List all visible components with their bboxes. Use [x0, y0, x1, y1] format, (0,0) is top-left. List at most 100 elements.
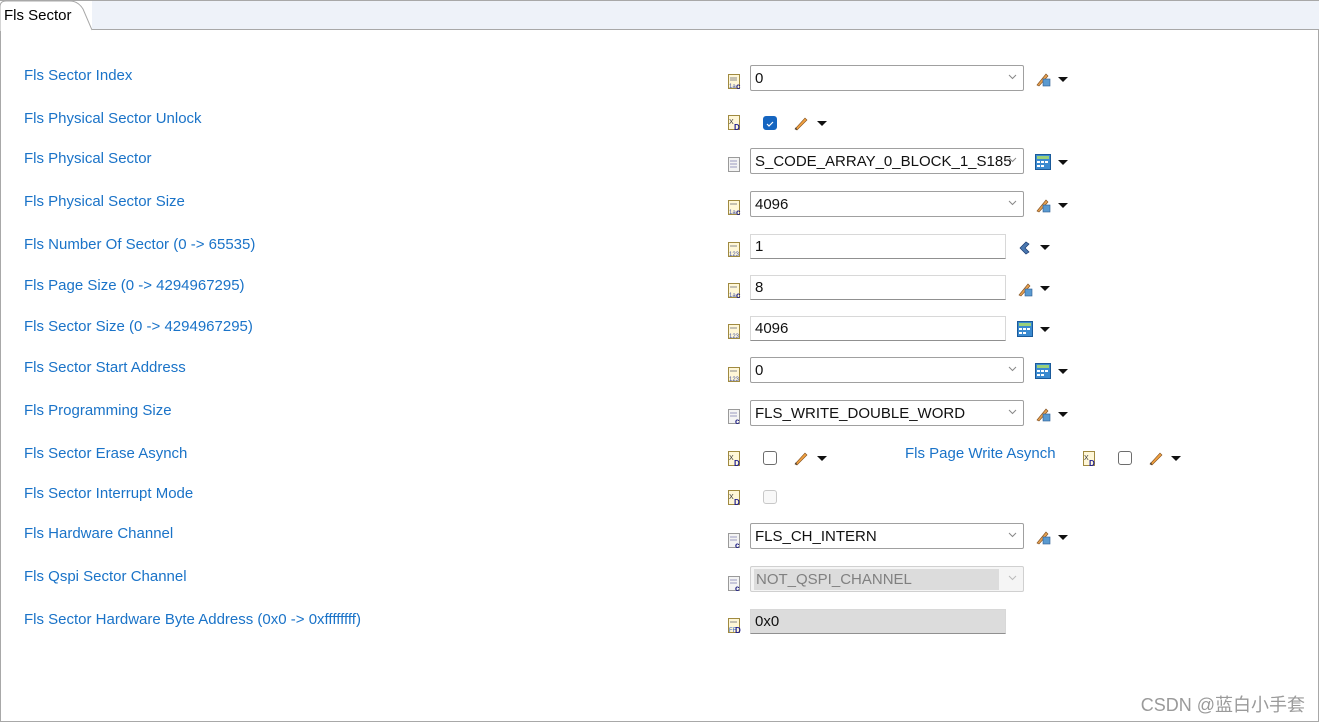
svg-text:D: D: [1089, 459, 1095, 467]
label-hardware-channel: Fls Hardware Channel: [24, 525, 174, 542]
tab-fls-sector[interactable]: Fls Sector: [0, 1, 92, 31]
boolean-config-icon: XD: [1083, 451, 1095, 467]
chevron-down-icon: [1008, 532, 1017, 538]
enum-config-icon: c: [728, 533, 740, 549]
sector-interrupt-mode-checkbox: [763, 490, 777, 504]
number-config-icon: 123: [728, 242, 740, 258]
number-config-icon: 123: [728, 367, 740, 383]
dropdown-arrow[interactable]: [1058, 412, 1068, 417]
hardware-channel-select[interactable]: FLS_CH_INTERN: [750, 523, 1024, 549]
sector-erase-asynch-checkbox[interactable]: [763, 451, 777, 465]
label-programming-size: Fls Programming Size: [24, 402, 172, 419]
svg-text:123: 123: [729, 334, 740, 340]
label-sector-erase-asynch: Fls Sector Erase Asynch: [24, 445, 188, 462]
label-sector-interrupt-mode: Fls Sector Interrupt Mode: [24, 485, 194, 502]
calculated-edit-icon[interactable]: [1035, 71, 1051, 87]
calculated-edit-icon[interactable]: [1035, 406, 1051, 422]
hardware-channel-value: FLS_CH_INTERN: [755, 528, 877, 545]
dropdown-arrow[interactable]: [1040, 245, 1050, 250]
number-config-icon: 123: [728, 324, 740, 340]
label-sector-size: Fls Sector Size (0 -> 4294967295): [24, 318, 253, 335]
tab-label: Fls Sector: [4, 7, 72, 24]
pencil-icon[interactable]: [1148, 450, 1164, 466]
sector-index-value: 0: [755, 70, 764, 87]
integer-config-icon: 1a c: [728, 74, 741, 90]
dropdown-arrow[interactable]: [817, 456, 827, 461]
calculator-icon[interactable]: [1017, 321, 1033, 337]
physical-sector-unlock-checkbox[interactable]: [763, 116, 777, 130]
label-page-write-asynch: Fls Page Write Asynch: [905, 445, 1056, 462]
physical-sector-size-select[interactable]: 4096: [750, 191, 1024, 217]
sector-start-address-value: 0: [755, 362, 764, 379]
svg-text:c: c: [735, 541, 740, 549]
chevron-down-icon: [1008, 366, 1017, 372]
dropdown-arrow[interactable]: [1058, 160, 1068, 165]
chevron-down-icon: [1008, 157, 1017, 163]
page-size-input[interactable]: 8: [750, 275, 1006, 300]
qspi-sector-channel-select: NOT_QSPI_CHANNEL: [750, 566, 1024, 592]
chevron-down-icon: [1008, 74, 1017, 80]
programming-size-select[interactable]: FLS_WRITE_DOUBLE_WORD: [750, 400, 1024, 426]
calculated-edit-icon[interactable]: [1017, 281, 1033, 297]
label-sector-start-address: Fls Sector Start Address: [24, 359, 186, 376]
boolean-config-icon: XD: [728, 490, 740, 506]
dropdown-arrow[interactable]: [1040, 286, 1050, 291]
dropdown-arrow[interactable]: [1058, 203, 1068, 208]
enum-config-icon: c: [728, 409, 740, 425]
dropdown-arrow[interactable]: [1058, 369, 1068, 374]
dropdown-arrow[interactable]: [1058, 77, 1068, 82]
tab-bar: Fls Sector: [0, 0, 1319, 31]
svg-text:c: c: [735, 584, 740, 592]
label-hw-byte-address: Fls Sector Hardware Byte Address (0x0 ->…: [24, 611, 361, 628]
sector-size-input[interactable]: 4096: [750, 316, 1006, 341]
pencil-icon[interactable]: [793, 115, 809, 131]
number-of-sector-input[interactable]: 1: [750, 234, 1006, 259]
number-of-sector-value: 1: [755, 238, 764, 255]
chevron-down-icon: [1008, 575, 1017, 581]
physical-sector-select[interactable]: S_CODE_ARRAY_0_BLOCK_1_S185: [750, 148, 1024, 174]
physical-sector-value: S_CODE_ARRAY_0_BLOCK_1_S185: [755, 153, 1012, 170]
calculator-icon[interactable]: [1035, 154, 1051, 170]
reference-config-icon: [728, 157, 740, 172]
calculated-edit-icon[interactable]: [1035, 529, 1051, 545]
dropdown-arrow[interactable]: [1058, 535, 1068, 540]
programming-size-value: FLS_WRITE_DOUBLE_WORD: [755, 405, 966, 422]
boolean-config-icon: XD: [728, 115, 740, 131]
svg-text:c: c: [735, 417, 740, 425]
hw-byte-address-value: 0x0: [755, 613, 780, 630]
svg-text:D: D: [734, 459, 740, 467]
sector-start-address-select[interactable]: 0: [750, 357, 1024, 383]
calculator-icon[interactable]: [1035, 363, 1051, 379]
dropdown-arrow[interactable]: [1171, 456, 1181, 461]
svg-text:123: 123: [729, 377, 740, 383]
sector-index-select[interactable]: 0: [750, 65, 1024, 91]
hw-byte-address-input: 0x0: [750, 609, 1006, 634]
sector-size-value: 4096: [755, 320, 789, 337]
svg-text:c: c: [736, 82, 741, 90]
link-icon[interactable]: [1017, 240, 1033, 256]
integer-config-icon: 1a c: [728, 200, 741, 216]
chevron-down-icon: [1008, 409, 1017, 415]
svg-text:D: D: [734, 123, 740, 131]
label-qspi-sector-channel: Fls Qspi Sector Channel: [24, 568, 187, 585]
watermark: CSDN @蓝白小手套: [1140, 695, 1305, 715]
pencil-icon[interactable]: [793, 450, 809, 466]
integer-config-icon: 1a c: [728, 283, 741, 299]
page-write-asynch-checkbox[interactable]: [1118, 451, 1132, 465]
qspi-sector-channel-value: NOT_QSPI_CHANNEL: [754, 569, 999, 590]
label-sector-index: Fls Sector Index: [24, 67, 133, 84]
label-physical-sector-unlock: Fls Physical Sector Unlock: [24, 110, 202, 127]
svg-text:c: c: [736, 291, 741, 299]
physical-sector-size-value: 4096: [755, 196, 789, 213]
svg-text:c: c: [736, 208, 741, 216]
dropdown-arrow[interactable]: [1040, 327, 1050, 332]
svg-text:123: 123: [729, 252, 740, 258]
label-physical-sector-size: Fls Physical Sector Size: [24, 193, 185, 210]
calculated-edit-icon[interactable]: [1035, 197, 1051, 213]
label-physical-sector: Fls Physical Sector: [24, 150, 152, 167]
svg-text:D: D: [735, 626, 741, 634]
label-page-size: Fls Page Size (0 -> 4294967295): [24, 277, 245, 294]
svg-text:D: D: [734, 498, 740, 506]
dropdown-arrow[interactable]: [817, 121, 827, 126]
check-icon: [766, 121, 774, 127]
